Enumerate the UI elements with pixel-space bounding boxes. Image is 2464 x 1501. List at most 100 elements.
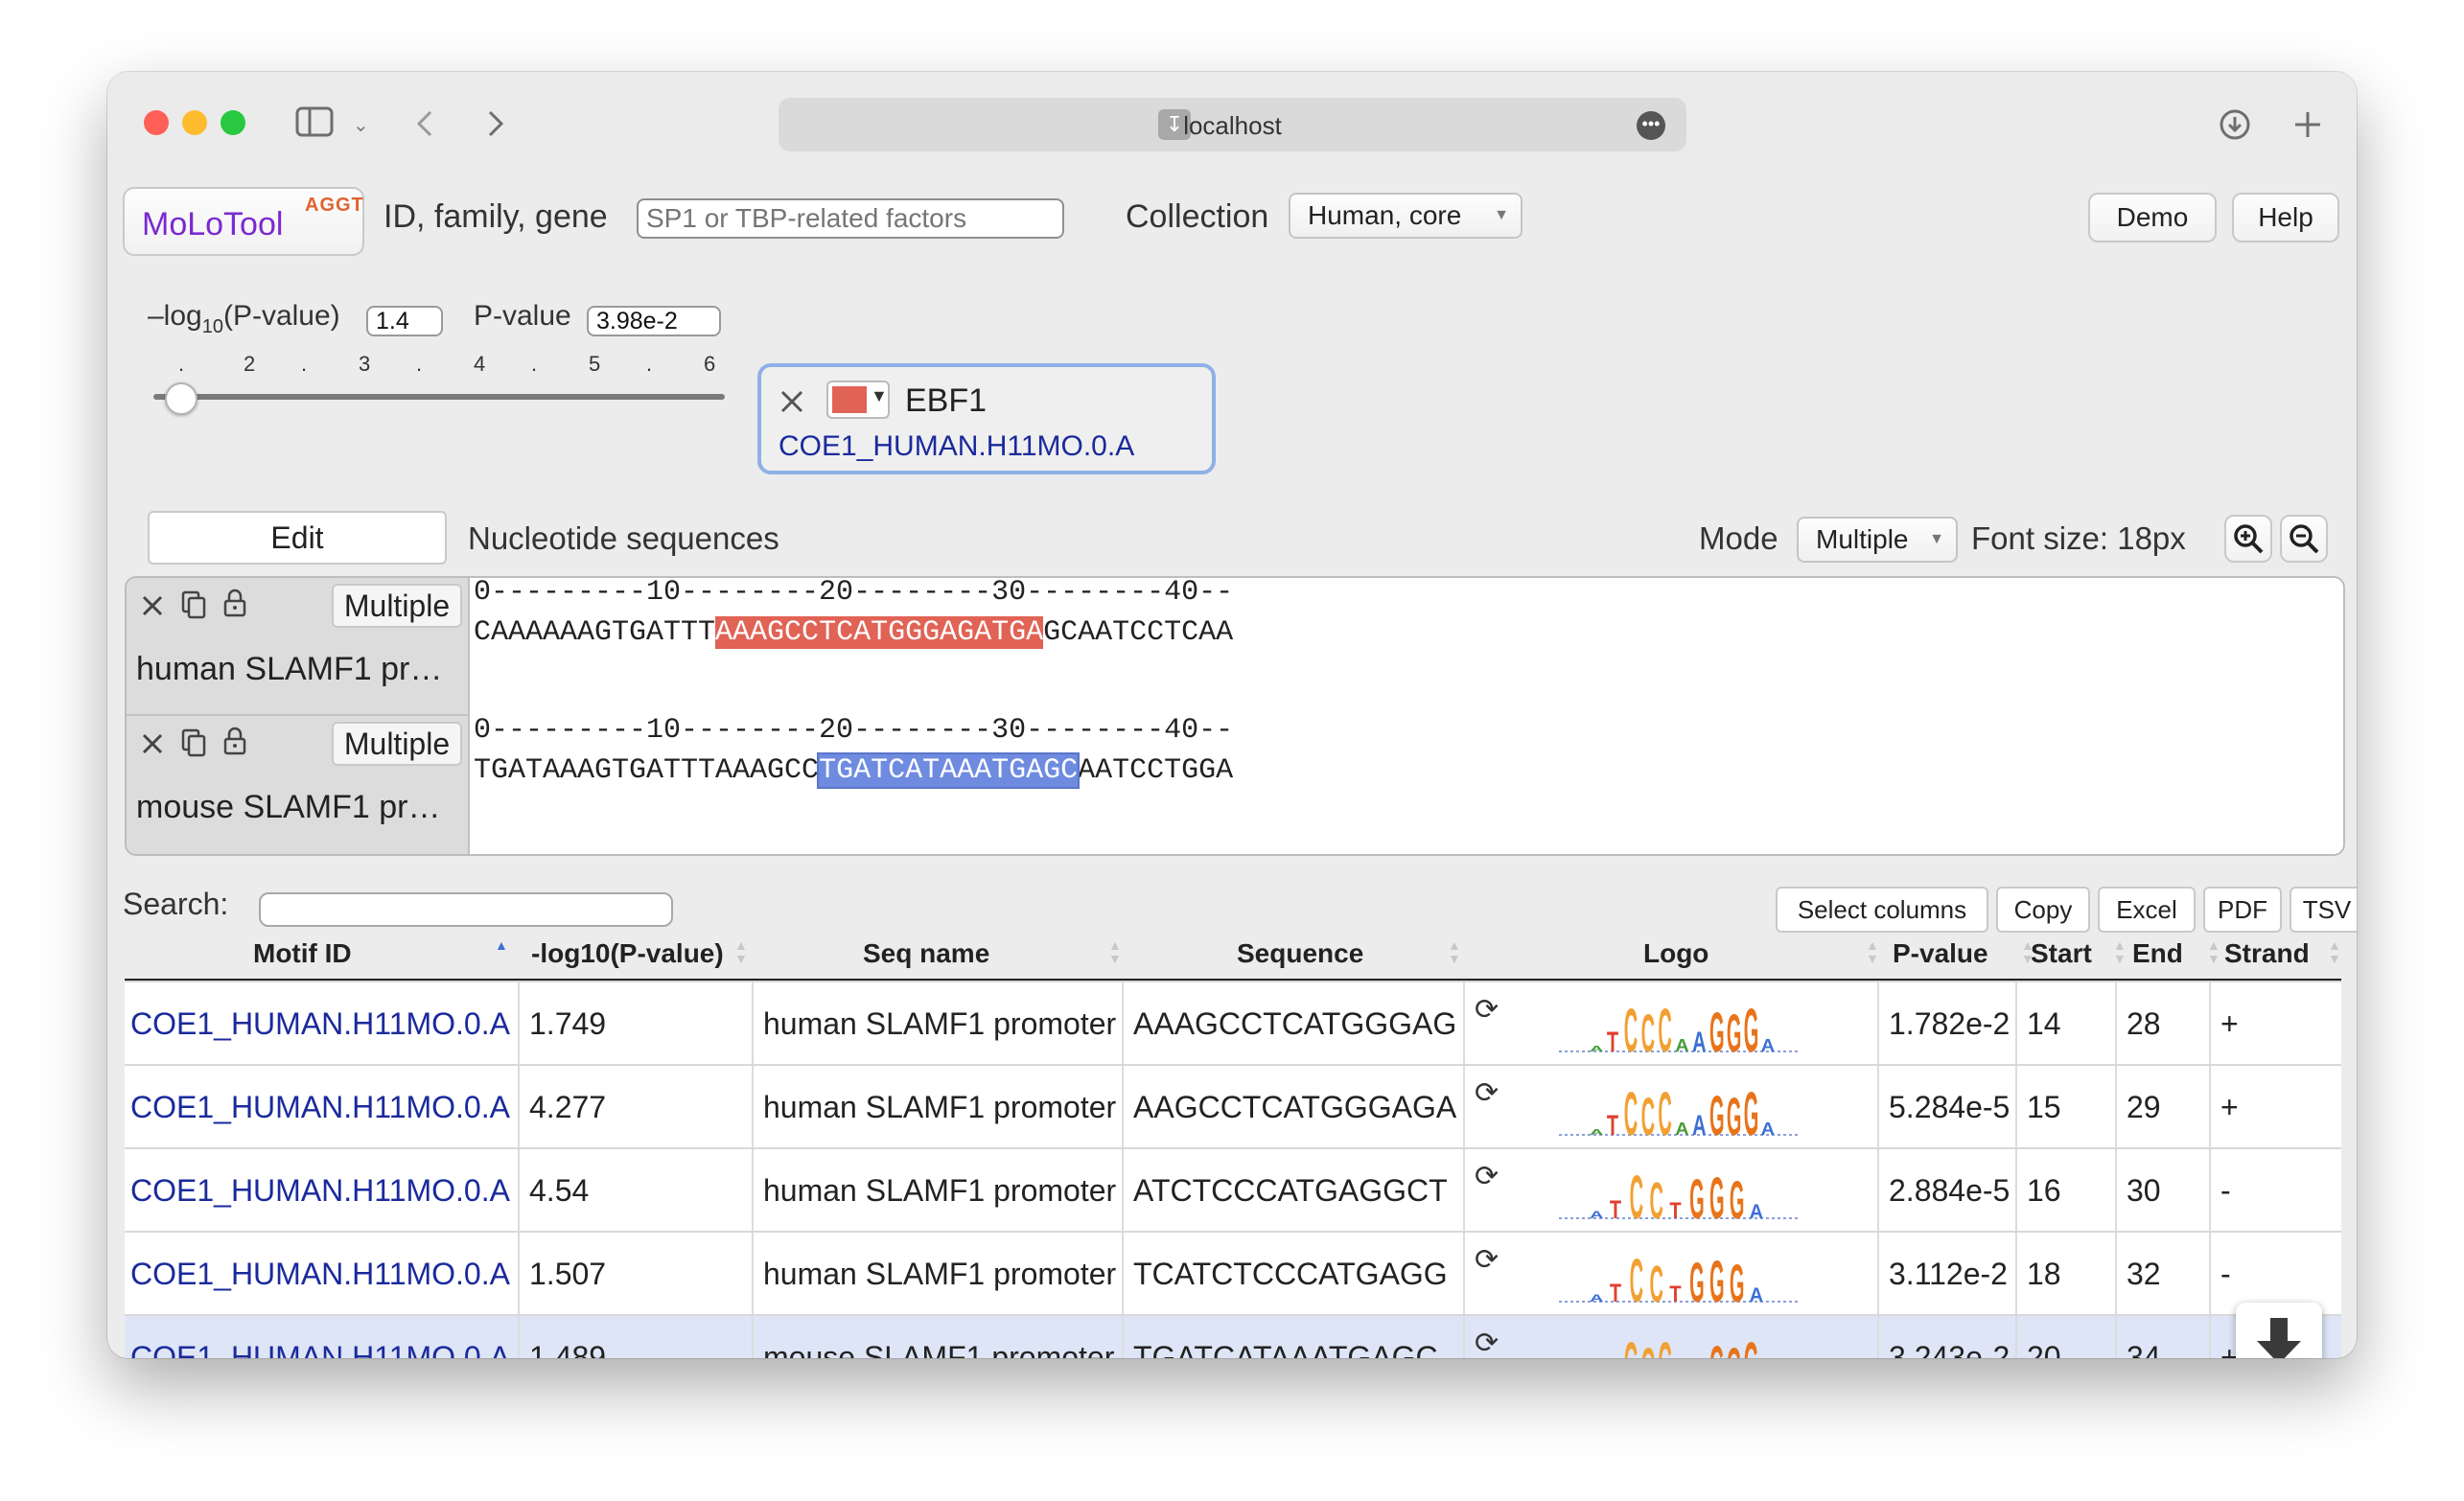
table-row[interactable]: COE1_HUMAN.H11MO.0.A 4.54 human SLAMF1 pro…	[125, 1147, 2341, 1232]
copy-icon[interactable]	[180, 589, 207, 620]
tsv-button[interactable]: TSV	[2290, 887, 2357, 933]
threshold-slider-handle[interactable]	[165, 382, 198, 415]
log-pvalue-input[interactable]	[366, 306, 443, 336]
sort-icon[interactable]: ▲ ▼	[1448, 938, 1461, 965]
lock-icon[interactable]	[222, 588, 247, 618]
threshold-scale: . 2 . 3 . 4 . 5 . 6	[178, 352, 716, 376]
column-header-seq-name[interactable]: Seq name	[863, 929, 989, 979]
select-columns-button[interactable]: Select columns	[1776, 887, 1988, 933]
pdf-button[interactable]: PDF	[2203, 887, 2282, 933]
column-divider	[2209, 1066, 2211, 1148]
chevron-down-icon: ▼	[871, 386, 888, 405]
help-button[interactable]: Help	[2232, 193, 2339, 242]
motif-color-picker[interactable]: ▼	[826, 381, 890, 419]
sequence-2-name: mouse SLAMF1 pr…	[136, 789, 441, 825]
close-icon[interactable]	[140, 593, 165, 618]
logo-letter: G	[1709, 1085, 1725, 1139]
copy-button[interactable]: Copy	[1996, 887, 2090, 933]
column-header-end[interactable]: End	[2132, 929, 2183, 979]
address-bar[interactable]: ↧ localhost •••	[779, 98, 1686, 151]
column-header-motif-id[interactable]: Motif ID	[253, 929, 352, 979]
motif-id-link[interactable]: COE1_HUMAN.H11MO.0.A	[130, 1316, 510, 1358]
logo-letter: C	[1658, 1080, 1671, 1139]
sequence-1-motif-hit[interactable]: AAAGCCTCATGGGAGATGA	[715, 616, 1044, 649]
sequence-2-text[interactable]: TGATAAAGTGATTTAAAGCCTGATCATAAATGAGCAATCC…	[474, 752, 1233, 789]
sidebar-icon[interactable]	[295, 106, 334, 137]
zoom-in-button[interactable]	[2224, 515, 2272, 563]
app-logo-letters: AGGT	[305, 195, 364, 216]
demo-button[interactable]: Demo	[2088, 193, 2217, 242]
column-header-sequence[interactable]: Sequence	[1237, 929, 1363, 979]
sort-asc-icon[interactable]: ▲	[495, 938, 508, 952]
column-header-strand[interactable]: Strand	[2224, 929, 2310, 979]
column-header-logo[interactable]: Logo	[1643, 929, 1709, 979]
zoom-window-button[interactable]	[221, 110, 245, 135]
sequence-2-mode-button[interactable]: Multiple	[332, 722, 462, 766]
column-divider	[2015, 982, 2017, 1065]
threshold-slider-track[interactable]	[153, 394, 725, 400]
logo-letter: G	[1744, 1080, 1759, 1139]
lock-icon[interactable]	[222, 726, 247, 756]
logo-letter: A	[1750, 1200, 1763, 1222]
excel-button[interactable]: Excel	[2098, 887, 2196, 933]
forward-icon[interactable]	[487, 110, 504, 137]
close-icon[interactable]	[140, 731, 165, 756]
column-header-start[interactable]: Start	[2031, 929, 2092, 979]
seq-name-cell: human SLAMF1 promoter	[763, 1006, 1117, 1041]
sequence-2-sidebar: Multiple mouse SLAMF1 pr…	[127, 716, 470, 854]
motif-id-link[interactable]: COE1_HUMAN.H11MO.0.A	[130, 1066, 510, 1148]
logo-letter: G	[1709, 1335, 1725, 1358]
sort-icon[interactable]: ▲ ▼	[2328, 938, 2341, 965]
minimize-window-button[interactable]	[182, 110, 207, 135]
mode-select[interactable]: Multiple ▼	[1797, 517, 1958, 563]
close-window-button[interactable]	[144, 110, 169, 135]
table-row[interactable]: COE1_HUMAN.H11MO.0.A 1.749 human SLAMF1 pr…	[125, 981, 2341, 1065]
sequence-2-motif-hit[interactable]: TGATCATAAATGAGC	[817, 752, 1081, 789]
motif-id-link[interactable]: COE1_HUMAN.H11MO.0.A	[130, 1233, 510, 1315]
download-progress-icon[interactable]	[2219, 108, 2251, 141]
chevron-down-icon[interactable]: ⌄	[353, 104, 369, 147]
sequence-1-mode-button[interactable]: Multiple	[332, 584, 462, 628]
motif-search-input[interactable]	[637, 198, 1064, 239]
column-header-pvalue[interactable]: P-value	[1893, 929, 1988, 979]
edit-button[interactable]: Edit	[148, 511, 447, 565]
more-options-icon[interactable]: •••	[1637, 111, 1665, 140]
sort-icon[interactable]: ▲ ▼	[1866, 938, 1879, 965]
sequence-1-name: human SLAMF1 pr…	[136, 651, 443, 687]
zoom-in-icon	[2234, 524, 2264, 554]
sequence-1-text[interactable]: CAAAAAAGTGATTTAAAGCCTCATGGGAGATGAGCAATCC…	[474, 616, 1233, 649]
motif-id-link[interactable]: COE1_HUMAN.H11MO.0.A	[779, 430, 1134, 463]
download-button[interactable]	[2236, 1303, 2322, 1358]
motif-id-link[interactable]: COE1_HUMAN.H11MO.0.A	[130, 1149, 510, 1232]
pvalue-input[interactable]	[587, 306, 721, 336]
column-header-log-pvalue[interactable]: -log10(P-value)	[531, 929, 724, 979]
motif-logo: ATCCTGGGA	[1559, 1247, 1799, 1305]
column-divider	[1463, 1316, 1465, 1358]
back-icon[interactable]	[416, 110, 433, 137]
log-pvalue-cell: 1.507	[529, 1257, 607, 1291]
table-row[interactable]: COE1_HUMAN.H11MO.0.A 1.489 mouse SLAMF1 pr…	[125, 1314, 2341, 1358]
table-row[interactable]: COE1_HUMAN.H11MO.0.A 4.277 human SLAMF1 pr…	[125, 1064, 2341, 1148]
collection-select[interactable]: Human, core ▼	[1289, 193, 1523, 239]
logo-letter: A	[1675, 1120, 1688, 1139]
column-divider	[752, 982, 754, 1065]
motif-id-link[interactable]: COE1_HUMAN.H11MO.0.A	[130, 982, 510, 1065]
column-divider	[752, 1149, 754, 1232]
zoom-out-button[interactable]	[2280, 515, 2328, 563]
sort-icon[interactable]: ▲ ▼	[2207, 938, 2220, 965]
sort-icon[interactable]: ▲ ▼	[1108, 938, 1122, 965]
log-pvalue-cell: 1.749	[529, 1006, 607, 1041]
search-label: ID, family, gene	[384, 198, 608, 235]
results-search-input[interactable]	[259, 892, 673, 927]
close-icon[interactable]	[779, 388, 805, 415]
sort-icon[interactable]: ▲ ▼	[2113, 938, 2127, 965]
sort-icon[interactable]: ▲ ▼	[734, 938, 748, 965]
copy-icon[interactable]	[180, 727, 207, 758]
home-button[interactable]: MoLoTool AGGT	[123, 187, 364, 256]
logo-letter: A	[1761, 1120, 1775, 1139]
table-row[interactable]: COE1_HUMAN.H11MO.0.A 1.507 human SLAMF1 pr…	[125, 1231, 2341, 1315]
logo-letter: G	[1727, 1336, 1742, 1358]
new-tab-icon[interactable]	[2291, 108, 2324, 141]
logo-letter: A	[1590, 1210, 1604, 1220]
logo-letter: G	[1730, 1169, 1745, 1222]
